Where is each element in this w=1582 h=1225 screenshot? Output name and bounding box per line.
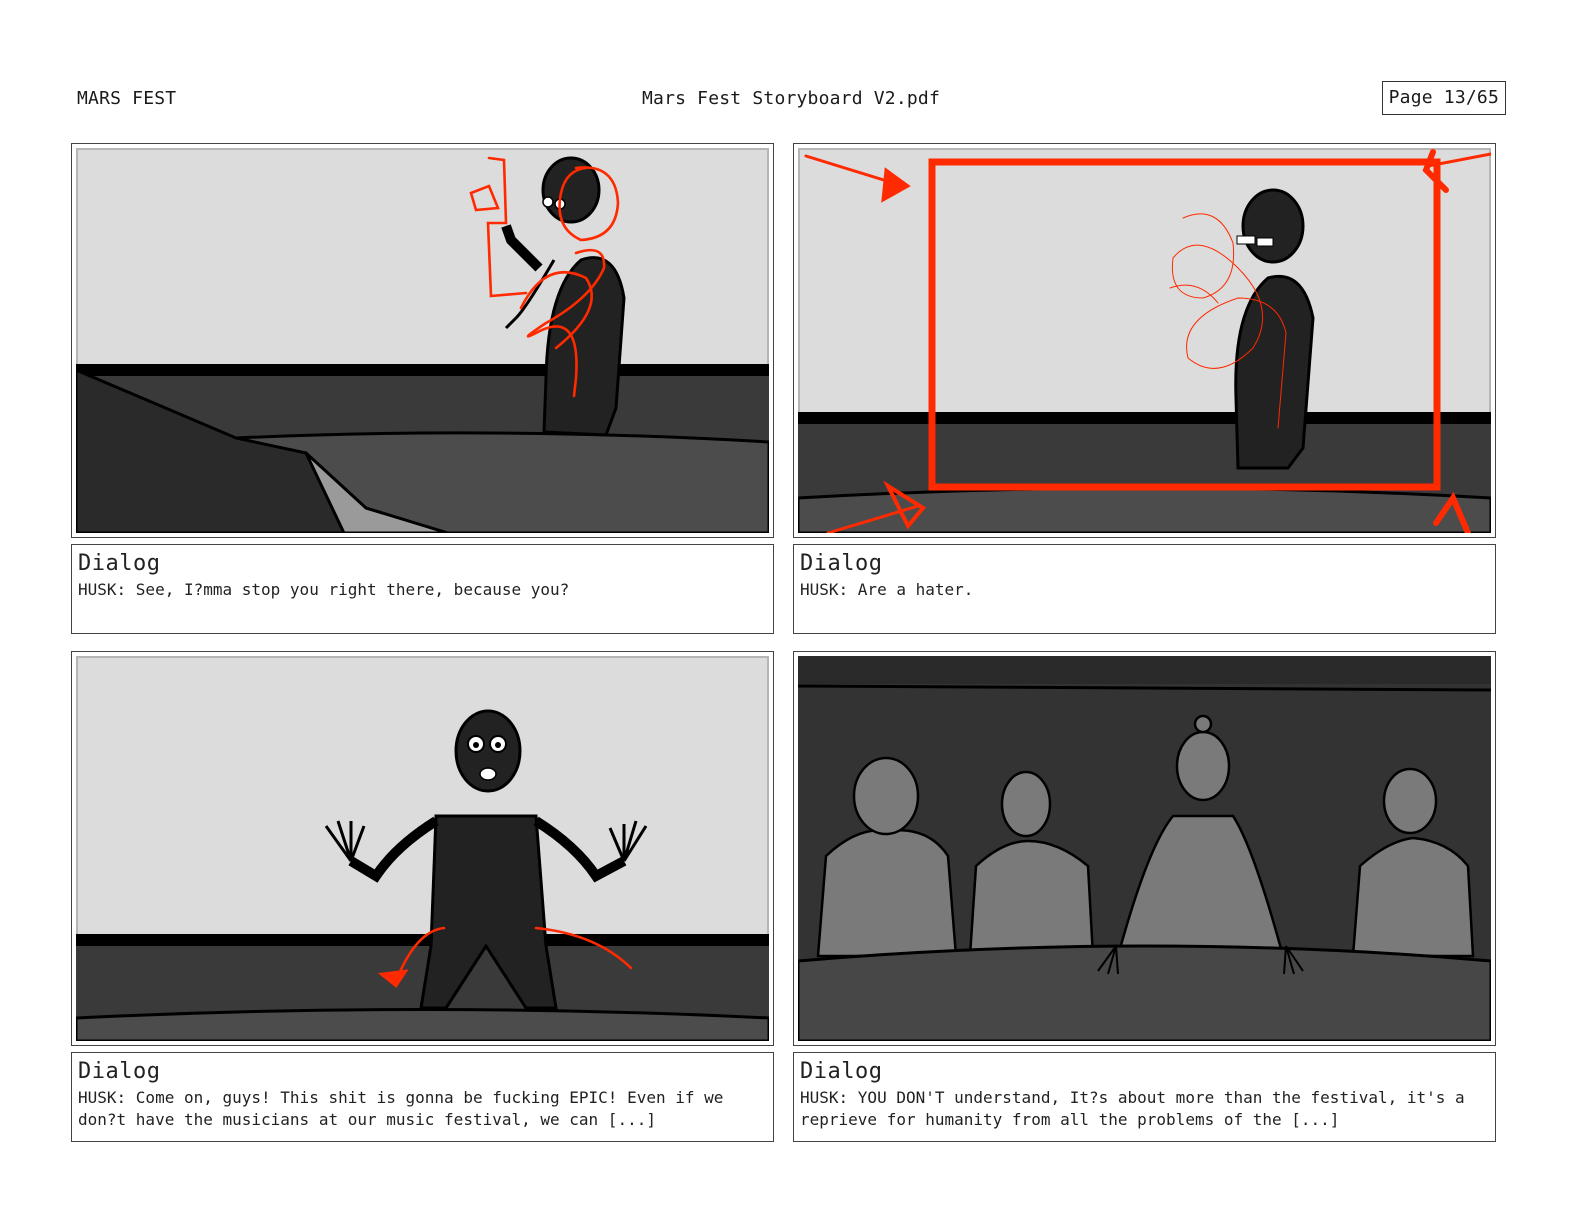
storyboard-frame-1 — [71, 143, 774, 538]
storyboard-frame-3 — [71, 651, 774, 1046]
caption-label: Dialog — [78, 551, 161, 576]
panel-4-illustration — [798, 656, 1491, 1041]
dialog-text: HUSK: See, I?mma stop you right there, b… — [78, 580, 570, 599]
storyboard-frame-2 — [793, 143, 1496, 538]
panel-1-illustration — [76, 148, 769, 533]
page-number-badge: Page 13/65 — [1381, 81, 1506, 115]
storyboard-frame-4 — [793, 651, 1496, 1046]
panel-2-illustration — [798, 148, 1491, 533]
dialog-text: HUSK: YOU DON'T understand, It?s about m… — [800, 1088, 1465, 1129]
caption-label: Dialog — [800, 551, 883, 576]
caption-label: Dialog — [800, 1059, 883, 1084]
dialog-caption-1: Dialog HUSK: See, I?mma stop you right t… — [71, 544, 774, 634]
caption-label: Dialog — [78, 1059, 161, 1084]
dialog-text: HUSK: Are a hater. — [800, 580, 974, 599]
panel-3-illustration — [76, 656, 769, 1041]
dialog-caption-4: Dialog HUSK: YOU DON'T understand, It?s … — [793, 1052, 1496, 1142]
dialog-text: HUSK: Come on, guys! This shit is gonna … — [78, 1088, 724, 1129]
dialog-caption-2: Dialog HUSK: Are a hater. — [793, 544, 1496, 634]
file-name: Mars Fest Storyboard V2.pdf — [642, 88, 940, 109]
dialog-caption-3: Dialog HUSK: Come on, guys! This shit is… — [71, 1052, 774, 1142]
